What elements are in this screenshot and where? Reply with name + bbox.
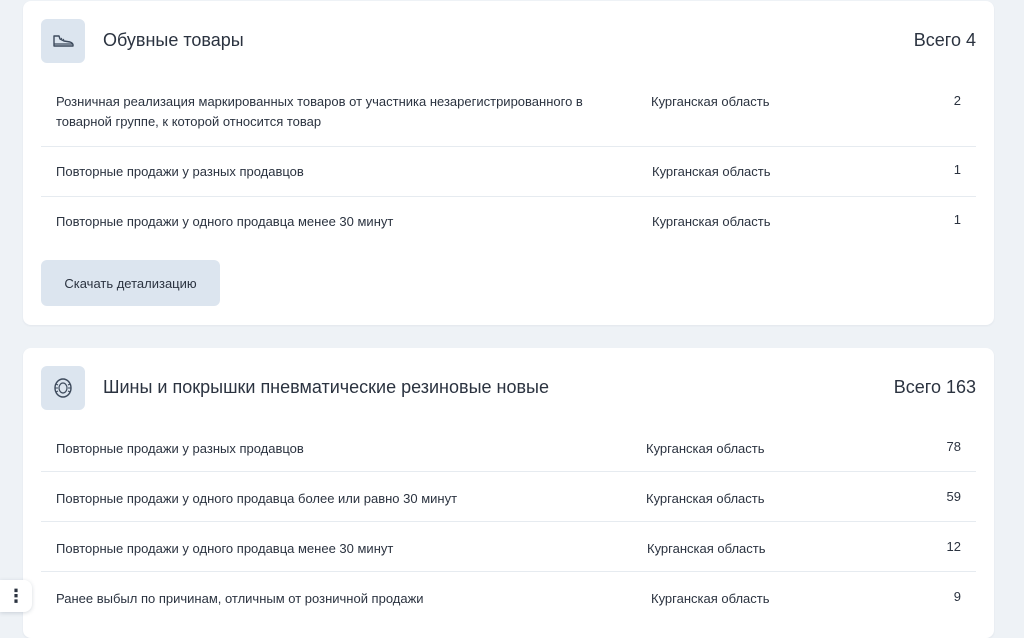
table-row: Ранее выбыл по причинам, отличным от роз… — [41, 572, 976, 622]
count-cell: 1 — [953, 162, 961, 177]
region-cell: Курганская область — [646, 441, 765, 456]
region-cell: Курганская область — [646, 491, 765, 506]
more-vertical-icon: ⋮ — [7, 586, 25, 606]
table-row: Повторные продажи у разных продавцов Кур… — [41, 147, 976, 197]
count-cell: 12 — [946, 539, 961, 554]
table-row: Розничная реализация маркированных товар… — [41, 75, 976, 147]
tire-icon — [41, 366, 85, 410]
table-row: Повторные продажи у одного продавца мене… — [41, 197, 976, 249]
violation-reason: Ранее выбыл по причинам, отличным от роз… — [56, 591, 424, 606]
region-cell: Курганская область — [647, 541, 766, 556]
violation-reason: Повторные продажи у одного продавца мене… — [56, 541, 394, 556]
table-row: Повторные продажи у одного продавца мене… — [41, 522, 976, 572]
count-cell: 2 — [953, 93, 961, 108]
violation-reason: Повторные продажи у разных продавцов — [56, 164, 304, 179]
table-row: Повторные продажи у разных продавцов Кур… — [41, 422, 976, 472]
region-cell: Курганская область — [651, 591, 770, 606]
category-card-footwear: Обувные товары Всего 4 Розничная реализа… — [23, 1, 994, 325]
violation-reason: Повторные продажи у одного продавца боле… — [56, 491, 458, 506]
count-cell: 78 — [946, 439, 961, 454]
region-cell: Курганская область — [652, 164, 771, 179]
violation-reason: Повторные продажи у разных продавцов — [56, 441, 304, 456]
category-title: Обувные товары — [103, 30, 244, 50]
violation-reason: Розничная реализация маркированных товар… — [56, 94, 583, 129]
violations-table: Повторные продажи у разных продавцов Кур… — [41, 422, 976, 622]
count-cell: 1 — [953, 212, 961, 227]
violation-reason: Повторные продажи у одного продавца мене… — [56, 214, 394, 229]
category-total: Всего 4 — [913, 30, 976, 50]
shoe-icon — [41, 19, 85, 63]
count-cell: 9 — [953, 589, 961, 604]
count-cell: 59 — [946, 489, 961, 504]
table-row: Повторные продажи у одного продавца боле… — [41, 472, 976, 522]
category-header: Обувные товары Всего 4 — [41, 19, 976, 63]
violations-table: Розничная реализация маркированных товар… — [41, 75, 976, 249]
region-cell: Курганская область — [652, 214, 771, 229]
category-total: Всего 163 — [893, 377, 976, 397]
more-menu-button[interactable]: ⋮ — [0, 580, 32, 612]
category-card-tires: Шины и покрышки пневматические резиновые… — [23, 348, 994, 638]
category-header: Шины и покрышки пневматические резиновые… — [41, 366, 976, 410]
download-details-button[interactable]: Скачать детализацию — [41, 260, 220, 306]
category-title: Шины и покрышки пневматические резиновые… — [103, 377, 549, 397]
region-cell: Курганская область — [651, 94, 770, 109]
